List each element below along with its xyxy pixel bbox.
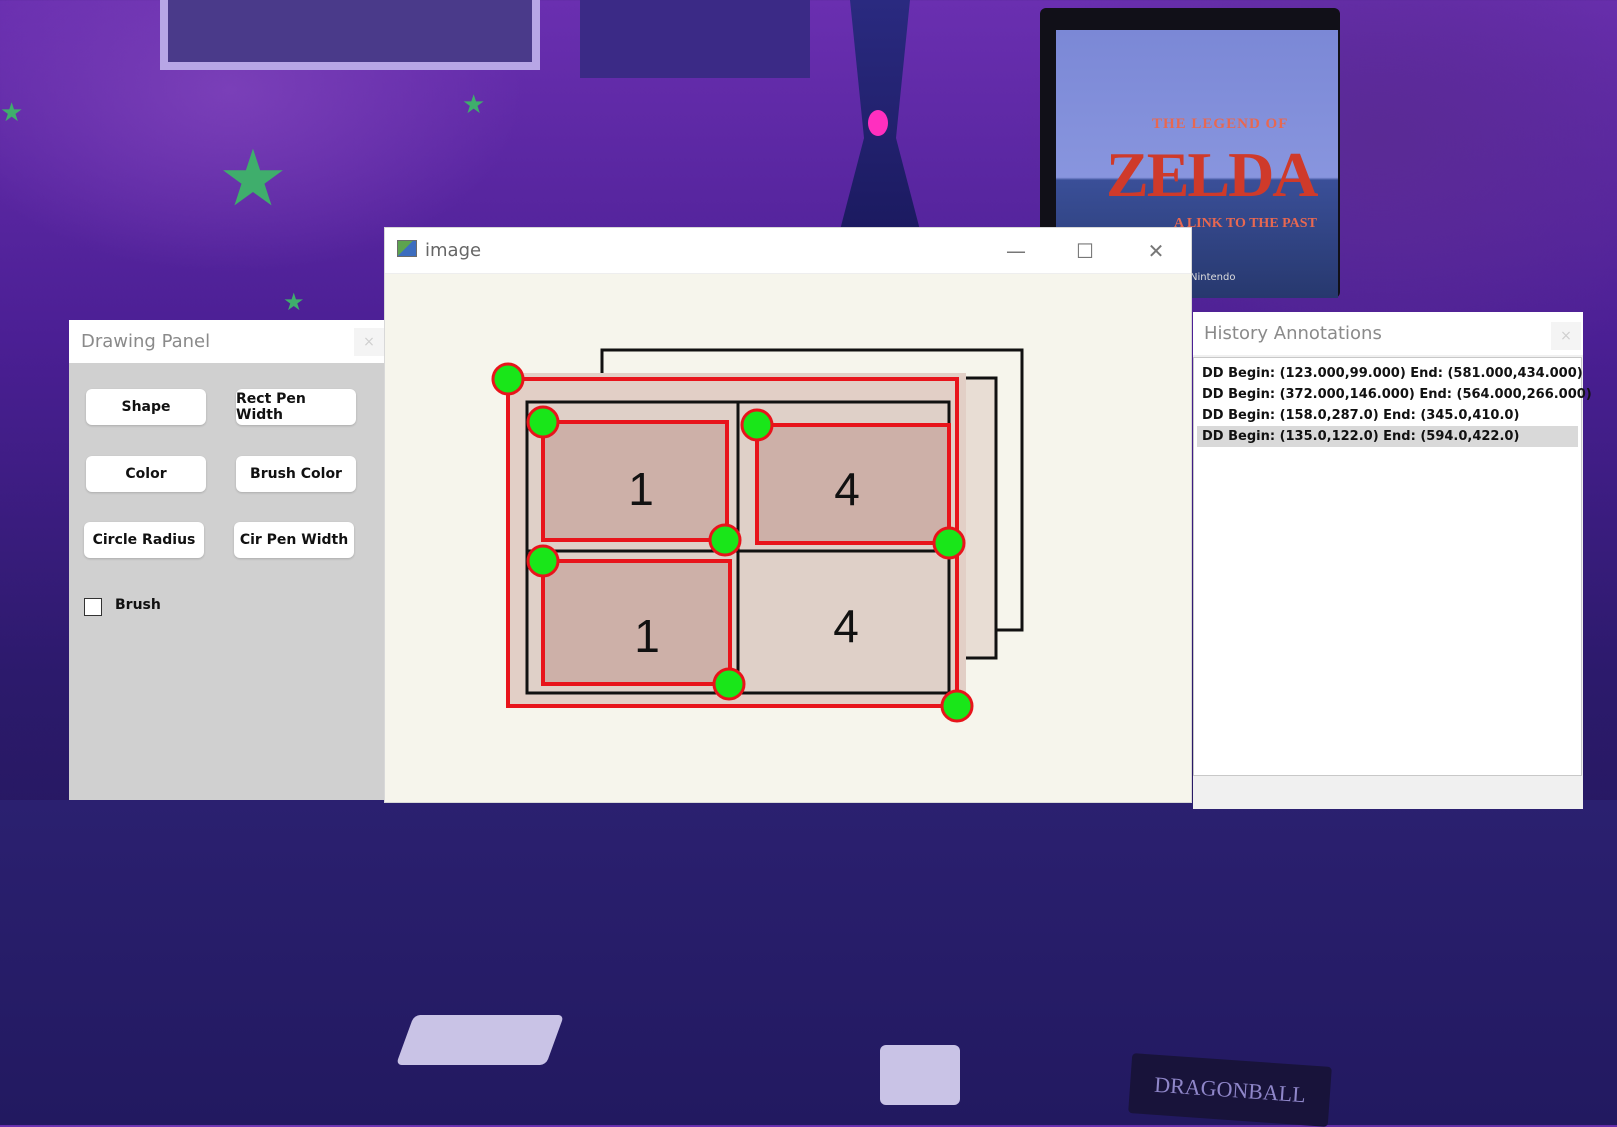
resize-handle[interactable] xyxy=(708,523,742,557)
room-floor xyxy=(0,800,1617,1125)
resize-handle[interactable] xyxy=(740,408,774,442)
star-decoration: ★ xyxy=(0,98,24,128)
tv-title-big: ZELDA xyxy=(1106,139,1318,210)
cell-label: 4 xyxy=(833,600,859,652)
history-item-selected[interactable]: DD Begin: (135.0,122.0) End: (594.0,422.… xyxy=(1197,426,1578,447)
wall-poster-2 xyxy=(580,0,810,78)
resize-handle[interactable] xyxy=(712,667,746,701)
resize-handle[interactable] xyxy=(932,526,966,560)
wall-poster xyxy=(160,0,540,70)
cir-pen-width-button[interactable]: Cir Pen Width xyxy=(234,522,354,558)
floor-cartridge xyxy=(880,1045,960,1105)
circle-radius-button[interactable]: Circle Radius xyxy=(84,522,204,558)
history-item[interactable]: DD Begin: (123.000,99.000) End: (581.000… xyxy=(1197,363,1583,384)
rect-pen-width-button[interactable]: Rect Pen Width xyxy=(236,389,356,425)
history-close-button[interactable]: × xyxy=(1551,322,1581,350)
cell-label: 1 xyxy=(634,610,660,662)
maximize-icon: ☐ xyxy=(1076,238,1094,263)
lava-lamp-blob xyxy=(868,110,888,136)
close-button[interactable]: ✕ xyxy=(1123,228,1189,273)
tv-title-top: THE LEGEND OF xyxy=(1152,116,1289,132)
drawing-panel-window: Drawing Panel × Shape Rect Pen Width Col… xyxy=(69,320,386,800)
history-list[interactable]: DD Begin: (123.000,99.000) End: (581.000… xyxy=(1193,357,1592,776)
app-icon xyxy=(397,240,417,257)
resize-handle[interactable] xyxy=(491,362,525,396)
image-window: image — ☐ ✕ 1 4 1 4 xyxy=(385,228,1191,802)
star-decoration: ★ xyxy=(283,288,305,316)
brush-color-button[interactable]: Brush Color xyxy=(236,456,356,492)
maximize-button[interactable]: ☐ xyxy=(1052,228,1118,273)
resize-handle[interactable] xyxy=(526,544,560,578)
close-icon: ✕ xyxy=(1147,238,1165,263)
history-titlebar[interactable]: History Annotations × xyxy=(1193,312,1583,355)
history-item[interactable]: DD Begin: (372.000,146.000) End: (564.00… xyxy=(1197,384,1592,405)
shape-button[interactable]: Shape xyxy=(86,389,206,425)
history-title: History Annotations xyxy=(1204,323,1382,344)
cell-label: 1 xyxy=(628,463,654,515)
drawing-panel-titlebar[interactable]: Drawing Panel × xyxy=(69,320,386,363)
history-item[interactable]: DD Begin: (158.0,287.0) End: (345.0,410.… xyxy=(1197,405,1578,426)
image-canvas[interactable]: 1 4 1 4 xyxy=(385,274,1191,802)
star-decoration: ★ xyxy=(462,90,486,120)
history-annotations-window: History Annotations × DD Begin: (123.000… xyxy=(1193,312,1592,809)
image-window-titlebar[interactable]: image — ☐ ✕ xyxy=(385,228,1191,274)
minimize-button[interactable]: — xyxy=(983,228,1049,273)
image-window-title: image xyxy=(425,240,482,261)
drawing-panel-title: Drawing Panel xyxy=(81,331,211,352)
brush-checkbox[interactable] xyxy=(84,598,102,616)
star-decoration: ★ xyxy=(218,134,288,224)
drawing-panel-close-button[interactable]: × xyxy=(354,328,384,356)
tv-title-sub: A LINK TO THE PAST xyxy=(1174,216,1317,231)
floor-console xyxy=(395,1015,565,1065)
minimize-icon: — xyxy=(1006,238,1026,263)
tv-brand: Nintendo xyxy=(1190,272,1236,283)
resize-handle[interactable] xyxy=(940,689,974,723)
color-button[interactable]: Color xyxy=(86,456,206,492)
cell-label: 4 xyxy=(834,463,860,515)
brush-checkbox-label: Brush xyxy=(115,597,161,613)
resize-handle[interactable] xyxy=(526,405,560,439)
